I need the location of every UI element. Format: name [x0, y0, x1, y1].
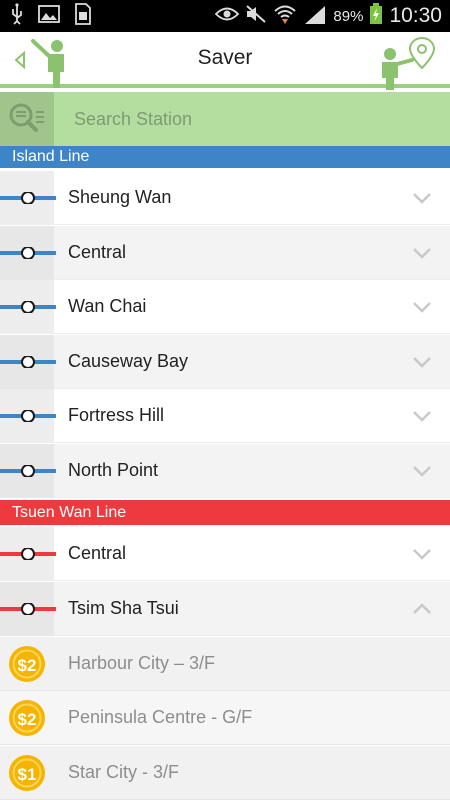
station-row-central[interactable]: Central: [0, 226, 450, 280]
sim-card-icon: [74, 2, 92, 30]
chevron-down-icon[interactable]: [412, 298, 432, 316]
station-label: Tsim Sha Tsui: [68, 598, 179, 618]
usb-icon: [10, 2, 24, 30]
station-row-wan-chai[interactable]: Wan Chai: [0, 280, 450, 334]
mascot-location-icon: [380, 36, 436, 95]
station-marker-icon: [0, 247, 56, 259]
coin-icon: $2: [9, 646, 45, 682]
search-input[interactable]: [74, 92, 434, 146]
chevron-down-icon[interactable]: [412, 189, 432, 207]
chevron-down-icon[interactable]: [412, 462, 432, 480]
station-marker-icon: [0, 301, 56, 313]
battery-charging-icon: [369, 2, 383, 30]
clock: 10:30: [389, 4, 442, 27]
signal-icon: [303, 4, 327, 29]
chevron-down-icon[interactable]: [412, 244, 432, 262]
coin-value: $2: [18, 656, 37, 675]
coin-icon: $2: [9, 700, 45, 736]
line-header-tsuen-wan: Tsuen Wan Line: [0, 500, 450, 525]
station-row-tsim-sha-tsui[interactable]: Tsim Sha Tsui: [0, 582, 450, 636]
station-row-causeway-bay[interactable]: Causeway Bay: [0, 335, 450, 389]
station-marker-icon: [0, 465, 56, 477]
shop-row-harbour-city[interactable]: $2 Harbour City – 3/F: [0, 637, 450, 691]
mute-icon: [245, 4, 267, 29]
coin-icon: $1: [9, 755, 45, 791]
search-icon[interactable]: [0, 92, 54, 146]
image-icon: [38, 4, 60, 28]
station-row-fortress-hill[interactable]: Fortress Hill: [0, 389, 450, 443]
shop-label: Peninsula Centre - G/F: [68, 707, 253, 727]
eye-icon: [215, 6, 240, 27]
station-marker-icon: [0, 356, 56, 368]
battery-percent: 89%: [333, 7, 364, 25]
station-label: Causeway Bay: [68, 351, 189, 371]
station-marker-icon: [0, 410, 56, 422]
line-header-island: Island Line: [0, 146, 450, 168]
shop-row-peninsula-centre[interactable]: $2 Peninsula Centre - G/F: [0, 691, 450, 745]
chevron-up-icon[interactable]: [412, 600, 432, 618]
station-marker-icon: [0, 603, 56, 615]
station-row-central-tw[interactable]: Central: [0, 527, 450, 581]
chevron-down-icon[interactable]: [412, 407, 432, 425]
station-label: Wan Chai: [68, 296, 147, 316]
chevron-down-icon[interactable]: [412, 545, 432, 563]
station-label: Central: [68, 543, 127, 563]
station-row-sheung-wan[interactable]: Sheung Wan: [0, 171, 450, 225]
chevron-down-icon[interactable]: [412, 353, 432, 371]
station-label: Central: [68, 242, 127, 262]
shop-label: Star City - 3/F: [68, 762, 180, 782]
coin-value: $1: [18, 765, 37, 784]
station-marker-icon: [0, 192, 56, 204]
coin-value: $2: [18, 710, 37, 729]
wifi-icon: [273, 4, 297, 29]
app-header: Saver: [0, 32, 450, 90]
station-marker-icon: [0, 548, 56, 560]
shop-label: Harbour City – 3/F: [68, 653, 216, 673]
station-label: Fortress Hill: [68, 405, 165, 425]
status-bar: 89% 10:30: [0, 0, 450, 32]
shop-row-star-city[interactable]: $1 Star City - 3/F: [0, 746, 450, 800]
station-label: North Point: [68, 460, 159, 480]
station-row-north-point[interactable]: North Point: [0, 444, 450, 498]
search-bar: [0, 92, 450, 146]
station-label: Sheung Wan: [68, 187, 172, 207]
